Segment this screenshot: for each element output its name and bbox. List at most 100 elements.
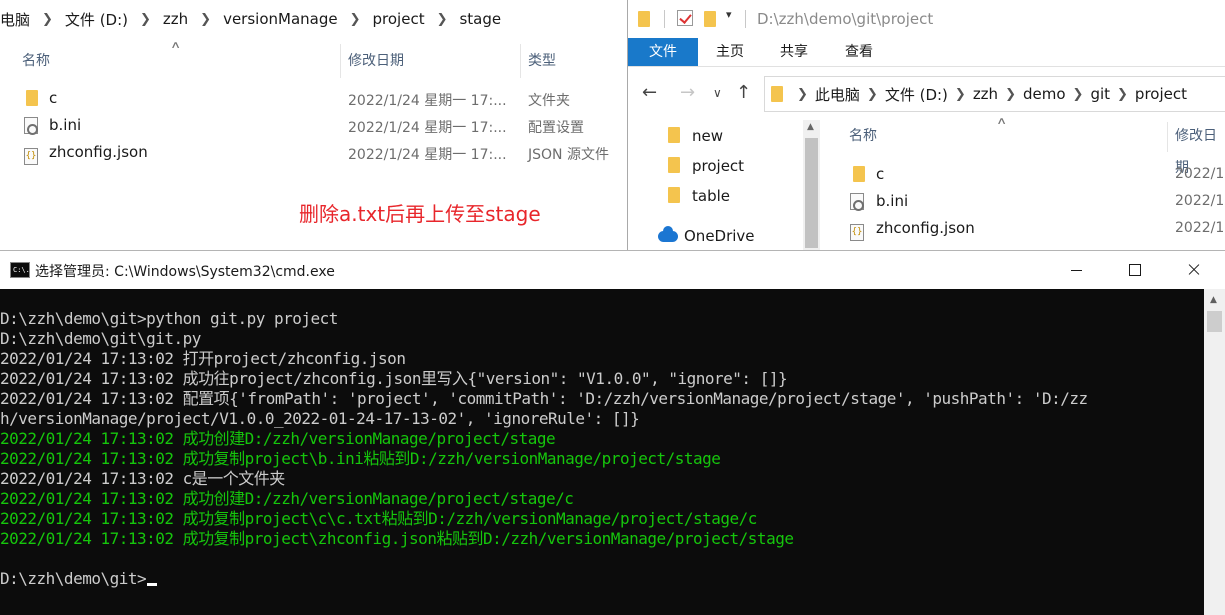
file-name: zhconfig.json bbox=[876, 219, 975, 237]
chevron-right-icon[interactable]: ❯ bbox=[342, 12, 369, 27]
breadcrumb-item-zzh[interactable]: zzh bbox=[159, 10, 192, 28]
console-line: 2022/01/24 17:13:02 打开project/zhconfig.j… bbox=[0, 349, 406, 368]
file-type: 文件夹 bbox=[528, 93, 570, 109]
close-button[interactable] bbox=[1165, 251, 1223, 289]
console-line: 2022/01/24 17:13:02 成功复制project\b.ini粘贴到… bbox=[0, 449, 721, 468]
chevron-right-icon[interactable]: ❯ bbox=[34, 12, 61, 27]
window-title-bar: ▾ D:\zzh\demo\git\project bbox=[628, 0, 1225, 38]
sort-ascending-icon: ∧ bbox=[170, 40, 182, 51]
file-row-b-ini[interactable]: b.ini 2022/1/24 星期一 17:... 配置设置 bbox=[0, 113, 628, 140]
file-type: 配置设置 bbox=[528, 120, 584, 136]
navigation-scrollbar[interactable]: ▲ bbox=[803, 120, 820, 250]
console-line: 2022/01/24 17:13:02 配置项{'fromPath': 'pro… bbox=[0, 389, 1088, 408]
file-name: b.ini bbox=[49, 116, 82, 134]
file-name: c bbox=[876, 165, 885, 183]
scroll-up-icon[interactable]: ▲ bbox=[1210, 295, 1217, 305]
right-file-explorer: ▾ D:\zzh\demo\git\project 文件 主页 共享 查看 ← … bbox=[627, 0, 1225, 250]
breadcrumb-item-zzh[interactable]: zzh bbox=[973, 85, 998, 103]
nav-item-onedrive[interactable]: OneDrive bbox=[658, 226, 755, 245]
file-row-zhconfig-json[interactable]: {} zhconfig.json 2022/1/24 星期一 17:... JS… bbox=[0, 140, 628, 167]
console-output[interactable]: D:\zzh\demo\git>python git.py project D:\… bbox=[0, 309, 1200, 609]
file-date: 2022/1 bbox=[1175, 193, 1225, 209]
json-file-icon: {} bbox=[850, 220, 864, 241]
nav-item-table[interactable]: table bbox=[668, 187, 730, 205]
folder-icon bbox=[668, 157, 680, 173]
file-name: c bbox=[49, 89, 58, 107]
nav-item-label: table bbox=[692, 187, 730, 205]
scrollbar-thumb[interactable] bbox=[1207, 311, 1222, 332]
file-row-c[interactable]: c 2022/1 bbox=[850, 162, 1225, 189]
sort-ascending-icon: ∧ bbox=[996, 116, 1008, 127]
chevron-down-icon[interactable]: ▾ bbox=[726, 8, 732, 21]
chevron-right-icon[interactable]: ❯ bbox=[860, 87, 885, 102]
breadcrumb-item-project[interactable]: project bbox=[369, 10, 429, 28]
chevron-right-icon[interactable]: ❯ bbox=[1110, 87, 1135, 102]
nav-item-label: new bbox=[692, 127, 724, 145]
left-file-explorer: 电脑 ❯ 文件 (D:) ❯ zzh ❯ versionManage ❯ pro… bbox=[0, 0, 628, 250]
file-name: b.ini bbox=[876, 192, 909, 210]
cmd-window: C:\. 选择管理员: C:\Windows\System32\cmd.exe … bbox=[0, 250, 1225, 615]
breadcrumb-item-versionmanage[interactable]: versionManage bbox=[219, 10, 342, 28]
cmd-app-icon[interactable]: C:\. bbox=[10, 262, 30, 278]
nav-item-project[interactable]: project bbox=[668, 157, 744, 175]
folder-icon bbox=[638, 11, 650, 31]
file-name: zhconfig.json bbox=[49, 143, 148, 161]
breadcrumb-item-stage[interactable]: stage bbox=[455, 10, 505, 28]
file-row-b-ini[interactable]: b.ini 2022/1 bbox=[850, 189, 1225, 216]
column-header-name[interactable]: 名称 bbox=[849, 120, 877, 152]
breadcrumb-item-this-pc[interactable]: 此电脑 bbox=[815, 84, 860, 105]
chevron-right-icon[interactable]: ❯ bbox=[132, 12, 159, 27]
back-arrow-icon[interactable]: ← bbox=[642, 82, 657, 103]
console-scrollbar[interactable]: ▲ bbox=[1204, 289, 1225, 615]
chevron-right-icon[interactable]: ❯ bbox=[948, 87, 973, 102]
window-title: 选择管理员: C:\Windows\System32\cmd.exe bbox=[35, 264, 335, 280]
column-header-date[interactable]: 修改日期 bbox=[348, 44, 404, 78]
tab-share[interactable]: 共享 bbox=[768, 38, 820, 66]
file-row-zhconfig-json[interactable]: {} zhconfig.json 2022/1 bbox=[850, 216, 1225, 243]
divider bbox=[745, 10, 746, 28]
divider bbox=[664, 10, 665, 28]
breadcrumb-item-drive-d[interactable]: 文件 (D:) bbox=[885, 84, 948, 105]
chevron-right-icon[interactable]: ❯ bbox=[1066, 87, 1091, 102]
cmd-title-bar[interactable]: C:\. 选择管理员: C:\Windows\System32\cmd.exe bbox=[0, 251, 1225, 289]
chevron-down-icon[interactable]: ∨ bbox=[713, 86, 722, 100]
chevron-right-icon[interactable]: ❯ bbox=[797, 87, 815, 102]
column-divider[interactable] bbox=[340, 44, 341, 78]
console-line: D:\zzh\demo\git>python git.py project bbox=[0, 309, 338, 328]
properties-check-icon[interactable] bbox=[677, 10, 693, 26]
console-line: 2022/01/24 17:13:02 c是一个文件夹 bbox=[0, 469, 285, 488]
new-folder-icon[interactable] bbox=[704, 11, 716, 31]
breadcrumb-item-project[interactable]: project bbox=[1135, 85, 1187, 103]
breadcrumb-item-git[interactable]: git bbox=[1090, 85, 1110, 103]
maximize-button[interactable] bbox=[1106, 251, 1164, 289]
column-header-date[interactable]: 修改日期 bbox=[1175, 120, 1225, 176]
up-arrow-icon[interactable]: ↑ bbox=[736, 82, 751, 103]
chevron-right-icon[interactable]: ❯ bbox=[192, 12, 219, 27]
tab-view[interactable]: 查看 bbox=[833, 38, 885, 66]
text-cursor bbox=[147, 583, 158, 586]
chevron-right-icon[interactable]: ❯ bbox=[998, 87, 1023, 102]
column-header-type[interactable]: 类型 bbox=[528, 44, 556, 78]
chevron-right-icon[interactable]: ❯ bbox=[429, 12, 456, 27]
forward-arrow-icon[interactable]: → bbox=[680, 82, 695, 103]
scrollbar-thumb[interactable] bbox=[805, 138, 818, 248]
breadcrumb-item-this-pc[interactable]: 电脑 bbox=[0, 9, 34, 30]
breadcrumb-item-drive-d[interactable]: 文件 (D:) bbox=[61, 9, 132, 30]
tab-home[interactable]: 主页 bbox=[704, 38, 756, 66]
console-line: D:\zzh\demo\git\git.py bbox=[0, 329, 201, 348]
column-divider[interactable] bbox=[520, 44, 521, 78]
console-line: 2022/01/24 17:13:02 成功往project/zhconfig.… bbox=[0, 369, 788, 388]
minimize-button[interactable] bbox=[1047, 251, 1105, 289]
tab-file[interactable]: 文件 bbox=[628, 38, 698, 66]
address-bar[interactable]: ❯ 此电脑 ❯ 文件 (D:) ❯ zzh ❯ demo ❯ git ❯ pro… bbox=[764, 76, 1225, 112]
column-header-name[interactable]: 名称 bbox=[22, 44, 50, 78]
console-line: D:\zzh\demo\git> bbox=[0, 569, 1200, 589]
file-row-c[interactable]: c 2022/1/24 星期一 17:... 文件夹 bbox=[0, 86, 628, 113]
column-divider[interactable] bbox=[1167, 122, 1168, 152]
ribbon-tabs: 文件 主页 共享 查看 bbox=[628, 38, 1225, 67]
file-date: 2022/1/24 星期一 17:... bbox=[348, 147, 507, 163]
nav-item-new[interactable]: new bbox=[668, 127, 723, 145]
breadcrumb-item-demo[interactable]: demo bbox=[1023, 85, 1066, 103]
folder-icon bbox=[668, 127, 680, 143]
scroll-up-icon[interactable]: ▲ bbox=[807, 122, 814, 132]
